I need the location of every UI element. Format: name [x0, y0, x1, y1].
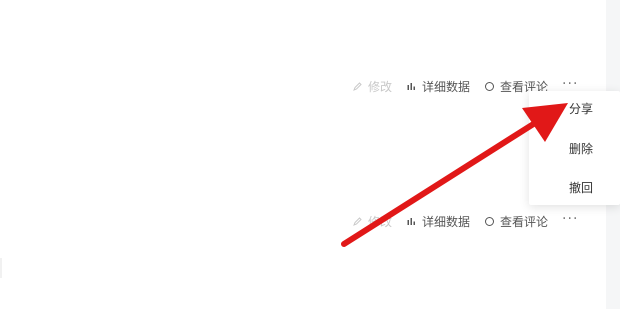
bar-chart-icon [406, 216, 417, 227]
edit-button-2[interactable]: 修改 [352, 213, 392, 230]
details-button-1[interactable]: 详细数据 [406, 78, 470, 95]
view-comments-button-2[interactable]: 查看评论 [484, 213, 548, 230]
edit-button-1[interactable]: 修改 [352, 78, 392, 95]
post-actions-row-2: 修改 详细数据 查看评论 ··· [352, 211, 578, 231]
menu-item-delete[interactable]: 删除 [569, 141, 593, 157]
bar-chart-icon [406, 81, 417, 92]
more-button-1[interactable]: ··· [562, 76, 578, 92]
comments-label: 查看评论 [500, 214, 549, 229]
more-button-2[interactable]: ··· [562, 211, 578, 227]
page: 修改 详细数据 查看评论 ··· 修改 详细数据 查看评论 ··· 分享 删除 … [0, 0, 620, 309]
edit-label: 修改 [368, 79, 393, 94]
comment-bubble-icon [484, 216, 495, 227]
details-label: 详细数据 [422, 214, 471, 229]
annotation-arrow [341, 103, 568, 247]
pencil-icon [352, 81, 363, 92]
menu-item-withdraw[interactable]: 撤回 [569, 180, 593, 196]
menu-item-share[interactable]: 分享 [569, 101, 593, 117]
comment-bubble-icon [484, 81, 495, 92]
left-edge-mark [0, 258, 2, 278]
more-actions-menu: 分享 删除 撤回 [529, 91, 620, 205]
details-button-2[interactable]: 详细数据 [406, 213, 470, 230]
details-label: 详细数据 [422, 79, 471, 94]
edit-label: 修改 [368, 214, 393, 229]
pencil-icon [352, 216, 363, 227]
